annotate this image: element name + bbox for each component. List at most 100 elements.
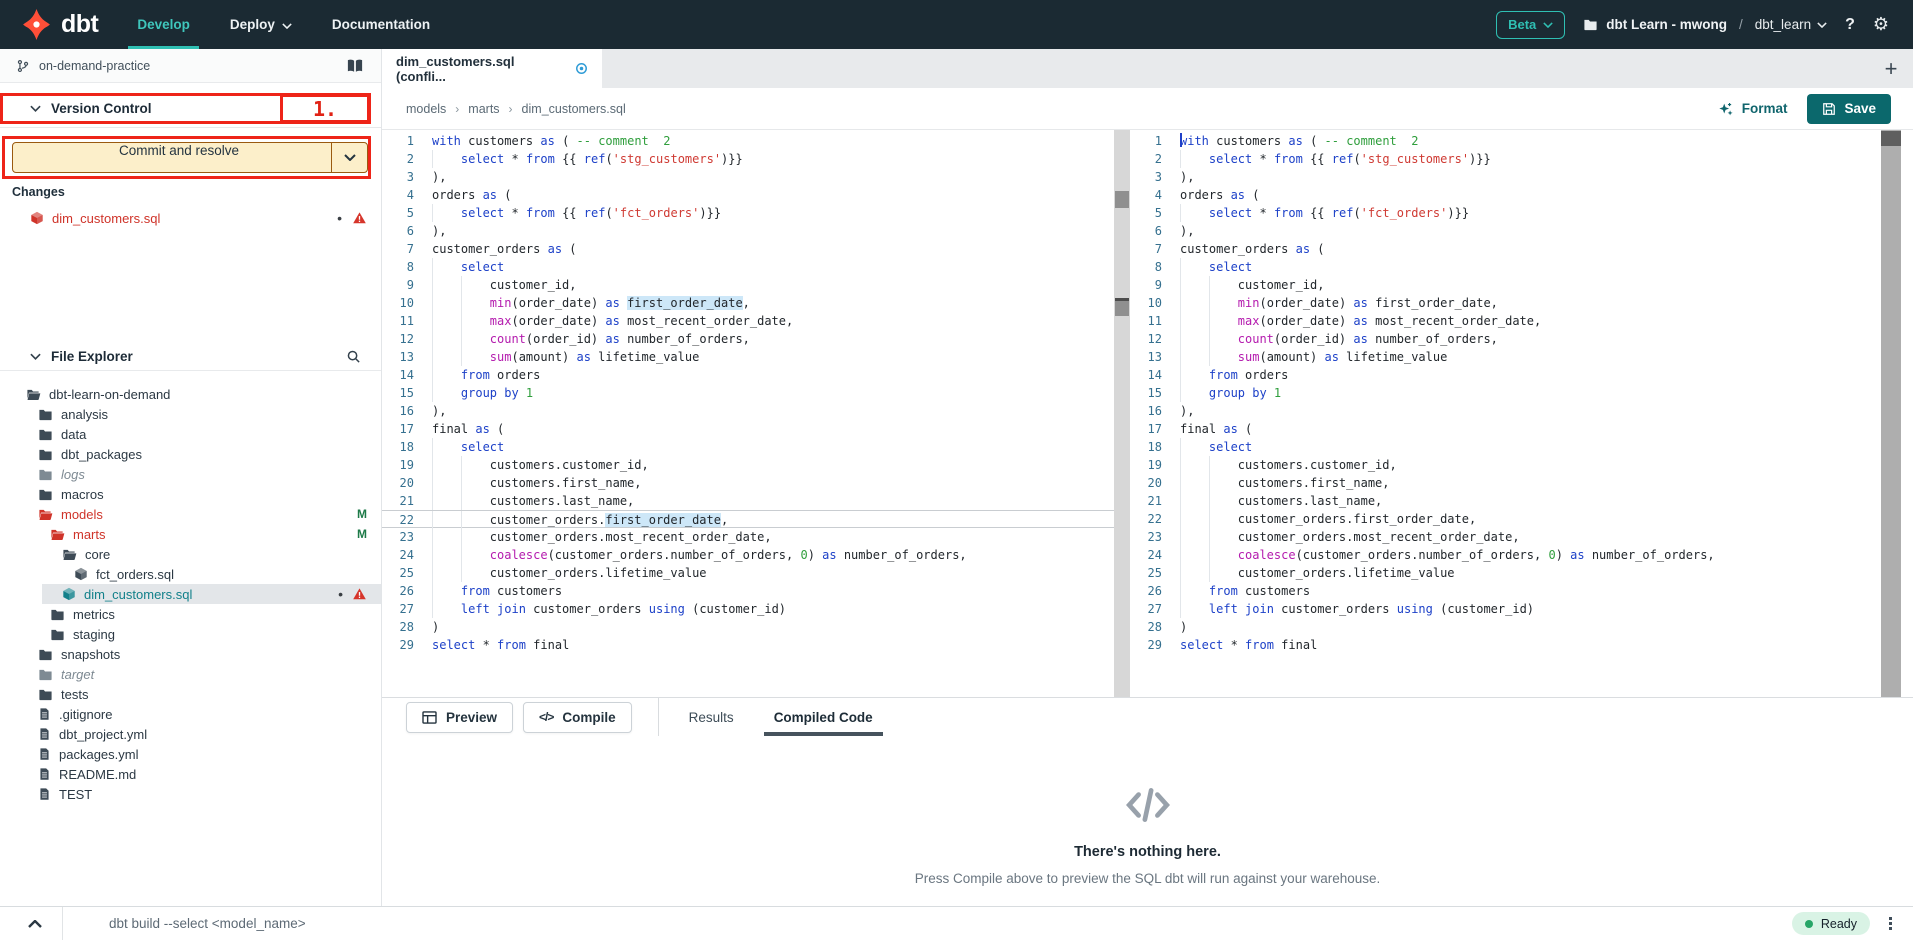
code-line[interactable]: 6), [382,222,1114,240]
preview-button[interactable]: Preview [406,702,513,733]
code-line[interactable]: 26from customers [382,582,1114,600]
tree-item-marts[interactable]: martsM [0,524,381,544]
help-icon[interactable]: ? [1845,16,1855,34]
tree-item-macros[interactable]: macros [0,484,381,504]
changed-file-row[interactable]: dim_customers.sql• [0,206,381,230]
search-icon[interactable] [346,349,361,364]
new-tab-button[interactable]: + [1869,49,1913,88]
code-line[interactable]: 25customer_orders.lifetime_value [382,564,1114,582]
code-line[interactable]: 16), [1130,402,1881,420]
nav-item-develop[interactable]: Develop [124,0,203,49]
tree-item-fct-orders-sql[interactable]: fct_orders.sql [0,564,381,584]
code-line[interactable]: 18select [1130,438,1881,456]
editor-pane-right[interactable]: 1with customers as ( -- comment 22select… [1130,130,1881,697]
code-line[interactable]: 15group by 1 [1130,384,1881,402]
gear-icon[interactable]: ⚙ [1873,14,1889,35]
code-line[interactable]: 22customer_orders.first_order_date, [382,510,1114,528]
tree-item-data[interactable]: data [0,424,381,444]
code-line[interactable]: 5select * from {{ ref('fct_orders')}} [1130,204,1881,222]
tree-item-analysis[interactable]: analysis [0,404,381,424]
tree-item-packages-yml[interactable]: packages.yml [0,744,381,764]
code-line[interactable]: 17final as ( [1130,420,1881,438]
account-switcher[interactable]: dbt Learn - mwong / dbt_learn [1583,17,1827,32]
file-explorer-header[interactable]: File Explorer [0,342,381,371]
code-line[interactable]: 12count(order_id) as number_of_orders, [382,330,1114,348]
code-line[interactable]: 21customers.last_name, [382,492,1114,510]
code-line[interactable]: 24coalesce(customer_orders.number_of_ord… [382,546,1114,564]
code-line[interactable]: 3), [1130,168,1881,186]
code-line[interactable]: 8select [1130,258,1881,276]
project-dropdown[interactable]: dbt_learn [1755,17,1827,32]
breadcrumb-item[interactable]: models [406,102,446,116]
code-line[interactable]: 1with customers as ( -- comment 2 [1130,132,1881,150]
tree-item-logs[interactable]: logs [0,464,381,484]
tree-item-dbt-project-yml[interactable]: dbt_project.yml [0,724,381,744]
code-line[interactable]: 19customers.customer_id, [382,456,1114,474]
right-pane-scrollbar[interactable] [1881,130,1901,697]
scrollbar-thumb[interactable] [1115,191,1129,208]
code-line[interactable]: 28) [1130,618,1881,636]
code-line[interactable]: 20customers.first_name, [382,474,1114,492]
code-line[interactable]: 4orders as ( [1130,186,1881,204]
code-line[interactable]: 27left join customer_orders using (custo… [382,600,1114,618]
code-line[interactable]: 25customer_orders.lifetime_value [1130,564,1881,582]
tab-results[interactable]: Results [685,698,738,736]
code-line[interactable]: 7customer_orders as ( [382,240,1114,258]
tree-item-dbt-packages[interactable]: dbt_packages [0,444,381,464]
version-control-header[interactable]: Version Control [0,93,381,124]
save-button[interactable]: Save [1807,94,1891,124]
code-line[interactable]: 21customers.last_name, [1130,492,1881,510]
code-line[interactable]: 5select * from {{ ref('fct_orders')}} [382,204,1114,222]
docs-book-icon[interactable] [347,58,363,73]
code-line[interactable]: 8select [382,258,1114,276]
code-line[interactable]: 6), [1130,222,1881,240]
code-line[interactable]: 10min(order_date) as first_order_date, [1130,294,1881,312]
left-pane-scrollbar[interactable] [1114,130,1130,697]
editor-pane-left[interactable]: 1with customers as ( -- comment 22select… [382,130,1114,697]
branch-row[interactable]: on-demand-practice [0,49,381,83]
code-line[interactable]: 19customers.customer_id, [1130,456,1881,474]
tree-item-tests[interactable]: tests [0,684,381,704]
code-line[interactable]: 24coalesce(customer_orders.number_of_ord… [1130,546,1881,564]
code-line[interactable]: 16), [382,402,1114,420]
code-line[interactable]: 20customers.first_name, [1130,474,1881,492]
tree-item--gitignore[interactable]: .gitignore [0,704,381,724]
commit-and-resolve-button[interactable]: Commit and resolve [12,142,368,173]
code-line[interactable]: 27left join customer_orders using (custo… [1130,600,1881,618]
code-line[interactable]: 14from orders [1130,366,1881,384]
tab-compiled-code[interactable]: Compiled Code [770,698,877,736]
dbt-logo[interactable]: dbt [0,0,124,49]
code-line[interactable]: 29select * from final [1130,636,1881,654]
compile-button[interactable]: </> Compile [523,702,632,733]
kebab-menu-icon[interactable] [1886,914,1895,933]
code-line[interactable]: 18select [382,438,1114,456]
code-line[interactable]: 23customer_orders.most_recent_order_date… [382,528,1114,546]
commit-button-label[interactable]: Commit and resolve [13,143,331,172]
code-line[interactable]: 15group by 1 [382,384,1114,402]
nav-item-documentation[interactable]: Documentation [319,0,443,49]
code-line[interactable]: 17final as ( [382,420,1114,438]
code-line[interactable]: 9customer_id, [1130,276,1881,294]
code-line[interactable]: 2select * from {{ ref('stg_customers')}} [1130,150,1881,168]
tree-item-core[interactable]: core [0,544,381,564]
tree-item-target[interactable]: target [0,664,381,684]
tree-item-test[interactable]: TEST [0,784,381,804]
code-line[interactable]: 10min(order_date) as first_order_date, [382,294,1114,312]
code-line[interactable]: 3), [382,168,1114,186]
beta-dropdown[interactable]: Beta [1496,11,1565,39]
tree-item-dim-customers-sql[interactable]: dim_customers.sql• [42,584,381,604]
code-line[interactable]: 14from orders [382,366,1114,384]
code-line[interactable]: 11max(order_date) as most_recent_order_d… [1130,312,1881,330]
code-line[interactable]: 26from customers [1130,582,1881,600]
breadcrumb-item[interactable]: marts [468,102,499,116]
code-line[interactable]: 23customer_orders.most_recent_order_date… [1130,528,1881,546]
scrollbar-thumb[interactable] [1881,131,1901,146]
code-line[interactable]: 29select * from final [382,636,1114,654]
command-input[interactable]: dbt build --select <model_name> [109,916,306,931]
code-line[interactable]: 12count(order_id) as number_of_orders, [1130,330,1881,348]
breadcrumb-item[interactable]: dim_customers.sql [522,102,626,116]
tab-dim-customers[interactable]: dim_customers.sql (confli... [382,49,602,88]
code-line[interactable]: 9customer_id, [382,276,1114,294]
tree-item-metrics[interactable]: metrics [0,604,381,624]
chevron-up-icon[interactable] [0,920,62,928]
